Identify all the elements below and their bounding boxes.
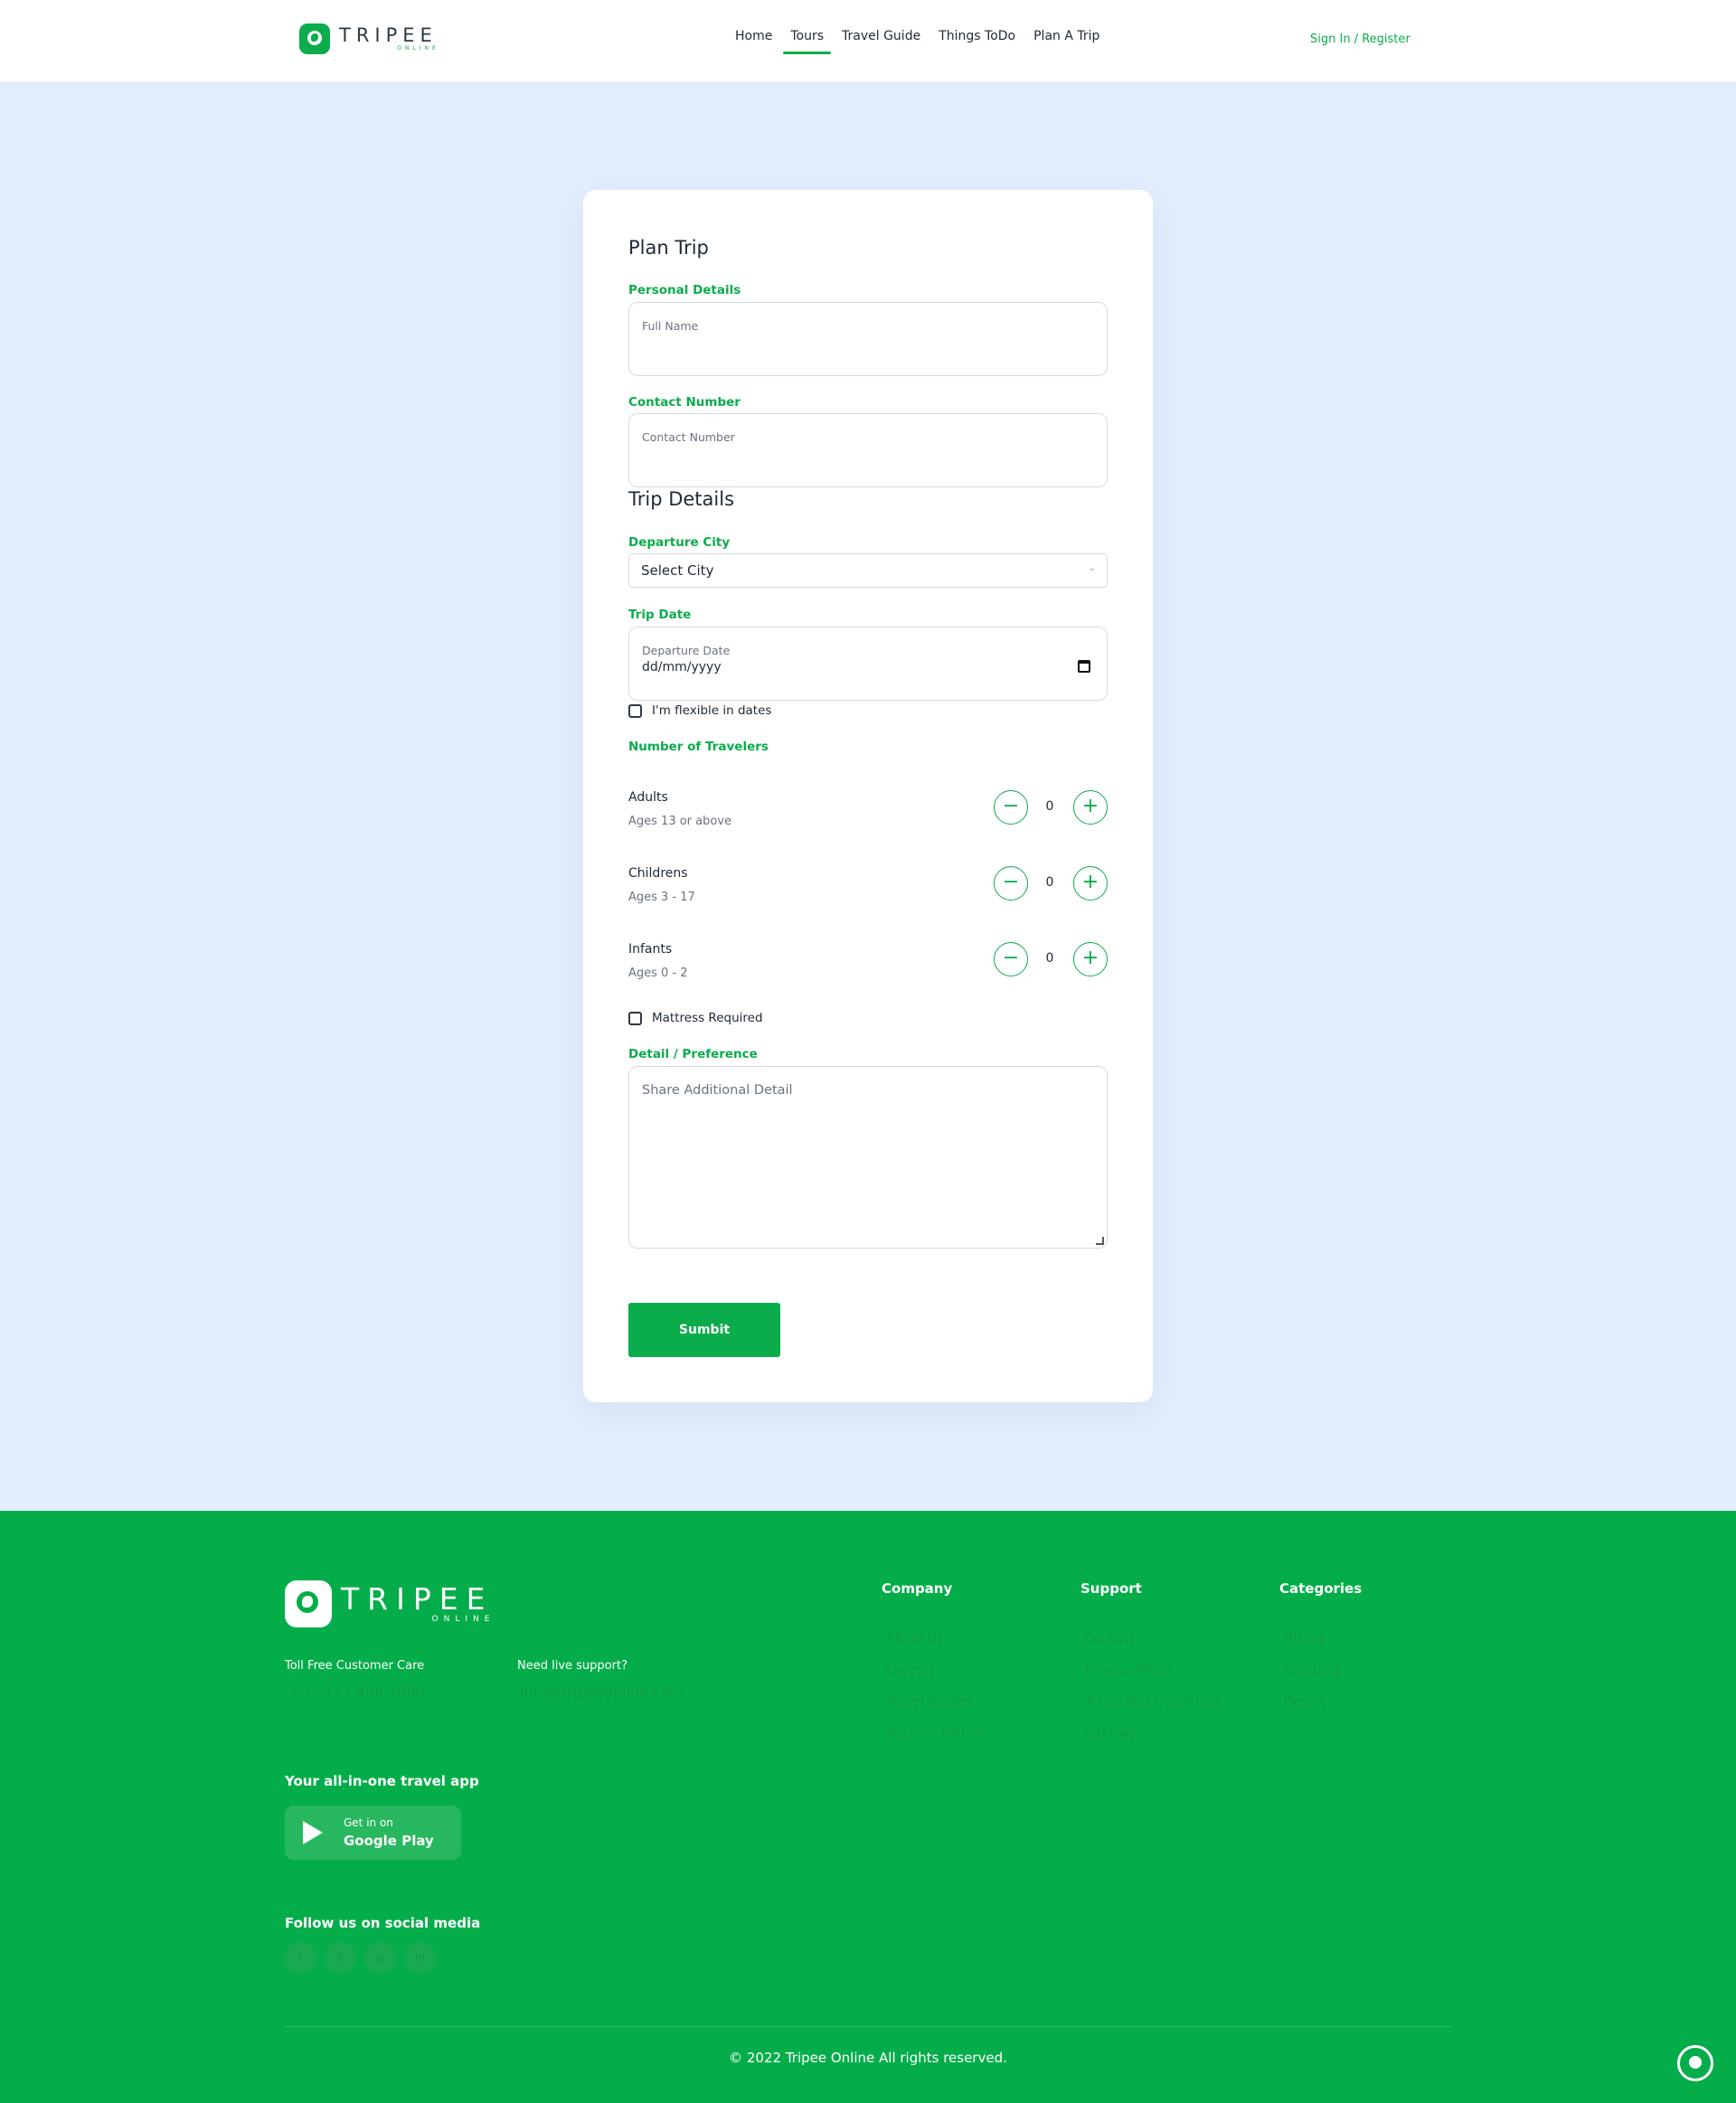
signin-register-link[interactable]: Sign In / Register (1310, 33, 1410, 46)
departure-date-placeholder: Departure Date (642, 644, 731, 657)
travelers-row-childrens: Childrens Ages 3 - 17 − 0 + (628, 866, 1108, 920)
travelers-row-adults: Adults Ages 13 or above − 0 + (628, 790, 1108, 844)
twitter-icon[interactable]: 𝕏 (325, 1942, 356, 1974)
categories-column-title: Categories (1279, 1580, 1363, 1597)
submit-button[interactable]: Sumbit (628, 1303, 780, 1357)
live-support-label: Need live support? (517, 1659, 627, 1673)
plan-trip-card: Plan Trip Personal Details Full Name Con… (583, 190, 1153, 1402)
google-play-icon (303, 1821, 323, 1844)
footer-link-desert[interactable]: Desert (1284, 1694, 1326, 1709)
google-play-line1: Get in on (344, 1816, 393, 1829)
resize-grip-icon[interactable] (1096, 1237, 1104, 1245)
nav-travel-guide[interactable]: Travel Guide (842, 29, 920, 54)
logo-globe-icon (285, 1580, 332, 1627)
increment-childrens-button[interactable]: + (1073, 866, 1108, 901)
trip-details-title: Trip Details (628, 488, 735, 510)
facebook-icon[interactable]: f (285, 1942, 316, 1974)
departure-city-value: Select City (641, 562, 714, 579)
infants-count: 0 (1045, 951, 1054, 966)
support-column-title: Support (1080, 1580, 1142, 1597)
footer-link-camping[interactable]: Camping (1284, 1663, 1341, 1677)
linkedin-icon[interactable]: in (404, 1942, 436, 1974)
logo-word: TRIPEE (339, 24, 438, 46)
google-play-line2: Google Play (344, 1833, 434, 1849)
main-nav: Home Tours Travel Guide Things ToDo Plan… (735, 29, 1118, 54)
instagram-icon[interactable]: ◎ (364, 1942, 396, 1974)
departure-date-field[interactable]: Departure Date dd/mm/yyyy (628, 627, 1108, 701)
traveler-age-range: Ages 0 - 2 (628, 967, 688, 980)
traveler-type: Adults (628, 790, 668, 805)
travelers-row-infants: Infants Ages 0 - 2 − 0 + (628, 942, 1108, 996)
flexible-dates-row[interactable]: I'm flexible in dates (628, 703, 771, 718)
footer-link-terms[interactable]: Terms and Conditions (1085, 1694, 1222, 1709)
traveler-age-range: Ages 13 or above (628, 815, 732, 828)
increment-adults-button[interactable]: + (1073, 790, 1108, 825)
footer-link-careers[interactable]: Careers (886, 1663, 935, 1677)
mattress-checkbox[interactable] (628, 1011, 642, 1025)
increment-infants-button[interactable]: + (1073, 942, 1108, 976)
footer-logo-word: TRIPEE (341, 1580, 494, 1617)
calendar-icon[interactable] (1078, 660, 1090, 673)
traveler-type: Childrens (628, 866, 688, 881)
site-footer: TRIPEE ONLINE Toll Free Customer Care +9… (0, 1511, 1736, 2103)
departure-city-label: Departure City (628, 535, 731, 550)
childrens-count: 0 (1045, 875, 1054, 890)
footer-link-travel-guides[interactable]: Travel Guides (886, 1694, 971, 1709)
decrement-adults-button[interactable]: − (994, 790, 1028, 825)
site-header: TRIPEE ONLINE Home Tours Travel Guide Th… (0, 0, 1736, 81)
social-heading: Follow us on social media (285, 1915, 481, 1931)
nav-plan-a-trip[interactable]: Plan A Trip (1033, 29, 1099, 54)
nav-things-todo[interactable]: Things ToDo (939, 29, 1015, 54)
footer-divider (285, 2026, 1451, 2027)
footer-link-contact[interactable]: Contact (1085, 1631, 1134, 1646)
departure-date-value: dd/mm/yyyy (642, 660, 722, 674)
travel-app-heading: Your all-in-one travel app (285, 1773, 479, 1789)
full-name-placeholder: Full Name (642, 319, 699, 333)
form-title: Plan Trip (628, 237, 709, 259)
flexible-dates-checkbox[interactable] (628, 703, 642, 718)
traveler-age-range: Ages 3 - 17 (628, 891, 695, 904)
detail-preference-label: Detail / Preference (628, 1047, 758, 1061)
copyright: © 2022 Tripee Online All rights reserved… (729, 2050, 1007, 2066)
footer-logo[interactable]: TRIPEE ONLINE (285, 1580, 493, 1627)
adults-count: 0 (1045, 799, 1054, 814)
contact-number-placeholder: Contact Number (642, 430, 735, 444)
traveler-type: Infants (628, 942, 673, 957)
toll-free-label: Toll Free Customer Care (285, 1659, 425, 1673)
decrement-infants-button[interactable]: − (994, 942, 1028, 976)
logo-globe-icon (299, 24, 330, 54)
support-email[interactable]: info@tripeeonline.com (520, 1683, 684, 1701)
footer-logo-subtext: ONLINE (431, 1614, 495, 1624)
nav-tours[interactable]: Tours (783, 29, 831, 54)
logo-subtext: ONLINE (397, 45, 439, 52)
footer-link-privacy-policy[interactable]: Privacy Policy (1085, 1663, 1171, 1677)
mattress-label: Mattress Required (652, 1011, 763, 1025)
site-logo[interactable]: TRIPEE ONLINE (299, 24, 438, 54)
number-of-travelers-label: Number of Travelers (628, 740, 769, 754)
whatsapp-icon[interactable] (1677, 2045, 1713, 2081)
detail-placeholder: Share Additional Detail (642, 1083, 793, 1098)
flexible-dates-label: I'm flexible in dates (652, 703, 772, 718)
company-column-title: Company (882, 1580, 953, 1597)
footer-link-sitemap[interactable]: Sitemap (1085, 1726, 1137, 1740)
footer-link-about-us[interactable]: About Us (886, 1631, 943, 1646)
contact-number-label: Contact Number (628, 395, 741, 410)
departure-city-select[interactable]: Select City ⌄ (628, 553, 1108, 588)
decrement-childrens-button[interactable]: − (994, 866, 1028, 901)
trip-date-label: Trip Date (628, 608, 692, 622)
nav-home[interactable]: Home (735, 29, 772, 54)
detail-preference-textarea[interactable]: Share Additional Detail (628, 1066, 1108, 1249)
footer-link-hiking[interactable]: Hiking (1284, 1631, 1324, 1646)
mattress-row[interactable]: Mattress Required (628, 1011, 763, 1025)
contact-number-field[interactable]: Contact Number (628, 413, 1108, 487)
personal-details-label: Personal Details (628, 283, 741, 297)
toll-free-number[interactable]: +92 123 456 7890 (288, 1683, 425, 1701)
chevron-down-icon: ⌄ (1088, 563, 1096, 573)
google-play-button[interactable]: Get in on Google Play (285, 1806, 461, 1860)
full-name-field[interactable]: Full Name (628, 302, 1108, 376)
footer-link-become-partner[interactable]: Become Partner (886, 1726, 987, 1740)
